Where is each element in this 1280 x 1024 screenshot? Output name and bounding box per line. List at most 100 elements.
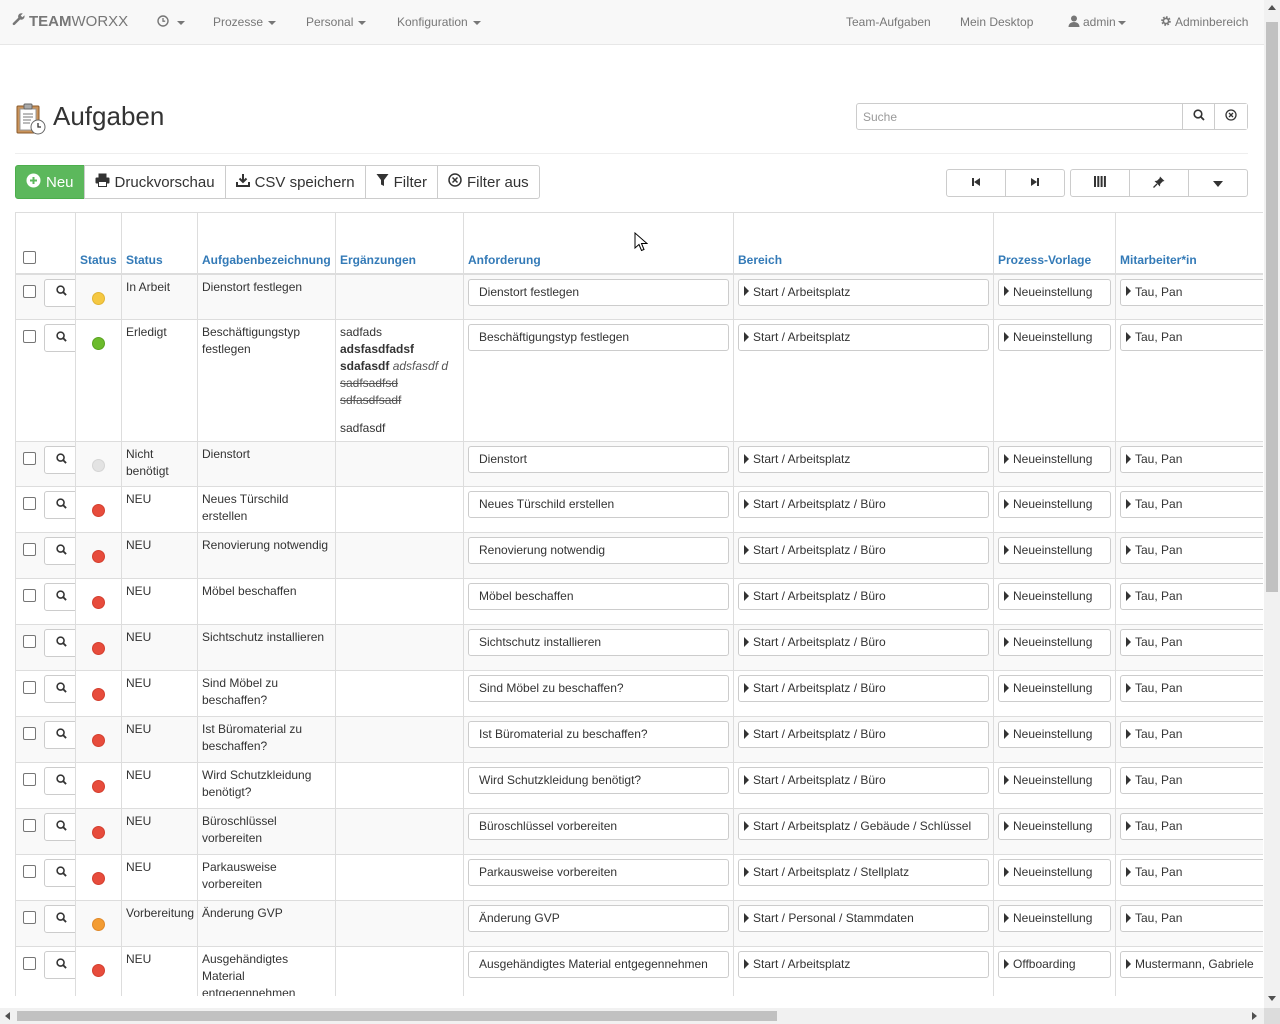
employee-link-button[interactable]: Tau, Pan <box>1120 491 1263 518</box>
horizontal-scrollbar[interactable] <box>0 1008 1264 1024</box>
requirement-field[interactable]: Ausgehändigtes Material entgegennehmen <box>468 951 729 978</box>
process-template-link-button[interactable]: Neueinstellung <box>998 537 1111 564</box>
horizontal-scroll-thumb[interactable] <box>17 1011 777 1021</box>
employee-link-button[interactable]: Tau, Pan <box>1120 767 1263 794</box>
row-checkbox[interactable] <box>23 284 36 298</box>
table-row[interactable]: In Arbeit Dienstort festlegen Dienstort fe… <box>15 273 1263 320</box>
table-row[interactable]: NEU Renovierung notwendig Renovierung notw… <box>15 532 1263 579</box>
requirement-field[interactable]: Sind Möbel zu beschaffen? <box>468 675 729 702</box>
clear-search-button[interactable] <box>1214 104 1247 129</box>
row-details-button[interactable] <box>44 767 75 795</box>
area-link-button[interactable]: Start / Personal / Stammdaten <box>738 905 989 932</box>
process-template-link-button[interactable]: Neueinstellung <box>998 721 1111 748</box>
header-process-template[interactable]: Prozess-Vorlage <box>993 212 1116 275</box>
employee-link-button[interactable]: Tau, Pan <box>1120 813 1263 840</box>
scroll-right-arrow-icon[interactable] <box>1252 1012 1257 1020</box>
area-link-button[interactable]: Start / Arbeitsplatz / Gebäude / Schlüss… <box>738 813 989 840</box>
row-details-button[interactable] <box>44 951 75 979</box>
requirement-field[interactable]: Neues Türschild erstellen <box>468 491 729 518</box>
header-area[interactable]: Bereich <box>733 212 994 275</box>
table-row[interactable]: Vorbereitung Änderung GVP Änderung GVP Star… <box>15 900 1263 947</box>
row-details-button[interactable] <box>44 629 75 657</box>
filter-off-button[interactable]: Filter aus <box>436 165 540 199</box>
table-row[interactable]: NEU Sind Möbel zu beschaffen? Sind Möbel z… <box>15 670 1263 717</box>
filter-button[interactable]: Filter <box>364 165 438 199</box>
employee-link-button[interactable]: Tau, Pan <box>1120 629 1263 656</box>
history-menu[interactable] <box>157 0 186 45</box>
menu-prozesse[interactable]: Prozesse <box>213 0 277 45</box>
table-row[interactable]: NEU Neues Türschild erstellen Neues Türsch… <box>15 486 1263 533</box>
area-link-button[interactable]: Start / Arbeitsplatz / Büro <box>738 675 989 702</box>
last-page-button[interactable] <box>1005 169 1065 197</box>
vertical-scroll-thumb[interactable] <box>1266 22 1278 592</box>
scroll-up-arrow-icon[interactable] <box>1268 5 1276 10</box>
search-button[interactable] <box>1182 104 1215 129</box>
area-link-button[interactable]: Start / Arbeitsplatz / Büro <box>738 537 989 564</box>
process-template-link-button[interactable]: Neueinstellung <box>998 813 1111 840</box>
requirement-field[interactable]: Büroschlüssel vorbereiten <box>468 813 729 840</box>
save-csv-button[interactable]: CSV speichern <box>224 165 366 199</box>
more-options-button[interactable] <box>1188 169 1248 197</box>
process-template-link-button[interactable]: Offboarding <box>998 951 1111 978</box>
employee-link-button[interactable]: Tau, Pan <box>1120 537 1263 564</box>
row-details-button[interactable] <box>44 583 75 611</box>
process-template-link-button[interactable]: Neueinstellung <box>998 629 1111 656</box>
user-menu[interactable]: admin <box>1068 0 1126 45</box>
row-details-button[interactable] <box>44 324 75 352</box>
table-row[interactable]: NEU Ist Büromaterial zu beschaffen? Ist Bü… <box>15 716 1263 763</box>
requirement-field[interactable]: Dienstort festlegen <box>468 278 729 306</box>
area-link-button[interactable]: Start / Arbeitsplatz / Büro <box>738 583 989 610</box>
area-link-button[interactable]: Start / Arbeitsplatz / Büro <box>738 491 989 518</box>
employee-link-button[interactable]: Tau, Pan <box>1120 721 1263 748</box>
employee-link-button[interactable]: Tau, Pan <box>1120 446 1263 473</box>
employee-link-button[interactable]: Tau, Pan <box>1120 675 1263 702</box>
brand-logo[interactable]: TEAMWORXX <box>12 0 128 45</box>
employee-link-button[interactable]: Tau, Pan <box>1120 859 1263 886</box>
row-checkbox[interactable] <box>23 773 36 786</box>
area-link-button[interactable]: Start / Arbeitsplatz / Büro <box>738 721 989 748</box>
header-status-icon[interactable]: Status <box>75 212 122 275</box>
row-checkbox[interactable] <box>23 330 36 343</box>
header-status[interactable]: Status <box>121 212 198 275</box>
row-details-button[interactable] <box>44 675 75 703</box>
area-link-button[interactable]: Start / Arbeitsplatz <box>738 446 989 473</box>
row-details-button[interactable] <box>44 721 75 749</box>
header-employee[interactable]: Mitarbeiter*in <box>1115 212 1263 275</box>
pin-button[interactable] <box>1129 169 1189 197</box>
process-template-link-button[interactable]: Neueinstellung <box>998 324 1111 351</box>
row-checkbox[interactable] <box>23 911 36 924</box>
menu-konfiguration[interactable]: Konfiguration <box>397 0 481 45</box>
requirement-field[interactable]: Änderung GVP <box>468 905 729 932</box>
row-checkbox[interactable] <box>23 452 36 465</box>
new-button[interactable]: Neu <box>15 165 85 199</box>
team-tasks-link[interactable]: Team-Aufgaben <box>846 0 931 45</box>
search-input[interactable] <box>857 104 1182 129</box>
row-checkbox[interactable] <box>23 635 36 648</box>
table-row[interactable]: NEU Parkausweise vorbereiten Parkausweise … <box>15 854 1263 901</box>
table-row[interactable]: NEU Büroschlüssel vorbereiten Büroschlüsse… <box>15 808 1263 855</box>
process-template-link-button[interactable]: Neueinstellung <box>998 278 1111 306</box>
process-template-link-button[interactable]: Neueinstellung <box>998 767 1111 794</box>
requirement-field[interactable]: Renovierung notwendig <box>468 537 729 564</box>
employee-link-button[interactable]: Mustermann, Gabriele <box>1120 951 1263 978</box>
employee-link-button[interactable]: Tau, Pan <box>1120 278 1263 306</box>
row-checkbox[interactable] <box>23 727 36 740</box>
employee-link-button[interactable]: Tau, Pan <box>1120 324 1263 351</box>
row-checkbox[interactable] <box>23 543 36 556</box>
process-template-link-button[interactable]: Neueinstellung <box>998 859 1111 886</box>
area-link-button[interactable]: Start / Arbeitsplatz <box>738 324 989 351</box>
row-details-button[interactable] <box>44 491 75 519</box>
requirement-field[interactable]: Wird Schutzkleidung benötigt? <box>468 767 729 794</box>
row-details-button[interactable] <box>44 537 75 565</box>
process-template-link-button[interactable]: Neueinstellung <box>998 675 1111 702</box>
table-row[interactable]: Nicht benötigt Dienstort Dienstort Start / … <box>15 441 1263 487</box>
header-task-name[interactable]: Aufgabenbezeichnung <box>197 212 336 275</box>
table-row[interactable]: NEU Ausgehändigtes Material entgegennehme… <box>15 946 1263 996</box>
table-row[interactable]: NEU Sichtschutz installieren Sichtschutz i… <box>15 624 1263 671</box>
process-template-link-button[interactable]: Neueinstellung <box>998 491 1111 518</box>
admin-area-link[interactable]: Adminbereich <box>1160 0 1248 45</box>
row-details-button[interactable] <box>44 813 75 841</box>
row-details-button[interactable] <box>44 278 75 307</box>
requirement-field[interactable]: Ist Büromaterial zu beschaffen? <box>468 721 729 748</box>
row-checkbox[interactable] <box>23 865 36 878</box>
